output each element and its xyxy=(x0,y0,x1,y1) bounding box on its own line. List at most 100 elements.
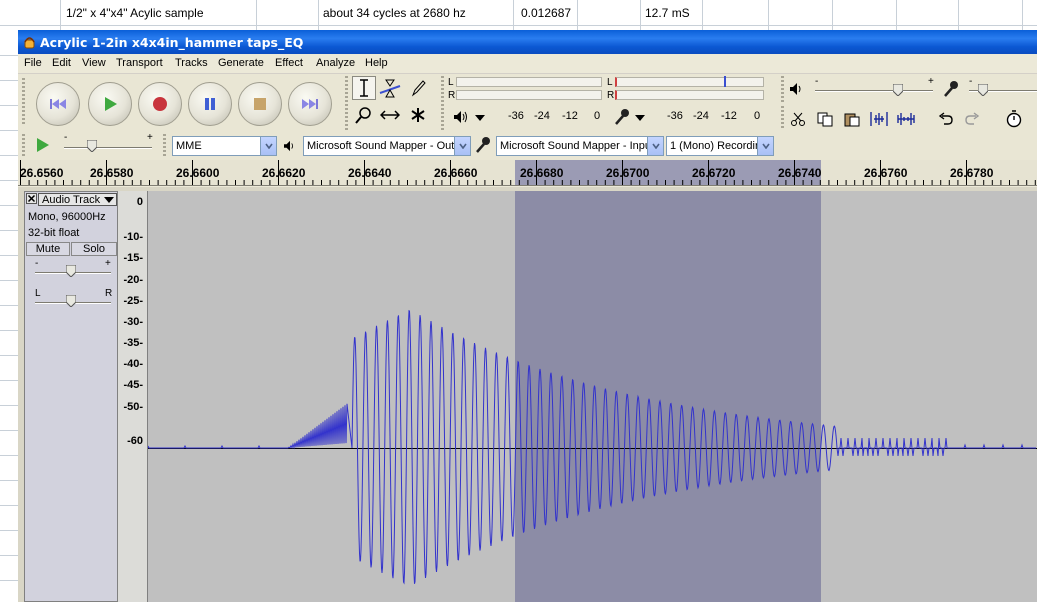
chevron-down-icon[interactable] xyxy=(454,137,470,155)
menu-analyze[interactable]: Analyze xyxy=(316,57,355,69)
output-volume-thumb[interactable] xyxy=(893,84,903,96)
pan-left-label: L xyxy=(35,288,41,299)
ruler-label: 26.6600 xyxy=(176,166,220,180)
db-vertical-ruler[interactable]: 0 -10- -15- -20- -25- -30- -35- -40- -45… xyxy=(118,191,148,602)
output-device-speaker-icon xyxy=(284,140,293,152)
db-scale-label: -60 xyxy=(127,435,143,447)
track-menu-arrow-icon xyxy=(104,197,114,203)
redo-button[interactable] xyxy=(960,108,984,130)
input-volume-thumb[interactable] xyxy=(978,84,988,96)
play-at-speed-icon xyxy=(37,138,49,152)
play-at-speed-button[interactable] xyxy=(30,134,54,156)
db-scale-label: -45- xyxy=(123,379,143,391)
timer-icon xyxy=(1006,110,1022,128)
menu-generate[interactable]: Generate xyxy=(218,57,264,69)
output-volume-slider[interactable] xyxy=(815,90,933,92)
chevron-down-icon[interactable] xyxy=(757,137,773,155)
db-scale-label: -35- xyxy=(123,337,143,349)
draw-tool[interactable] xyxy=(406,76,430,100)
menu-transport[interactable]: Transport xyxy=(116,57,163,69)
play-speed-thumb[interactable] xyxy=(87,140,97,152)
output-device-select[interactable]: Microsoft Sound Mapper - Outp xyxy=(303,136,471,156)
menu-file[interactable]: File xyxy=(24,57,42,69)
toolbar-grip[interactable] xyxy=(22,134,25,156)
multi-tool[interactable] xyxy=(406,103,430,127)
selection-tool[interactable] xyxy=(352,76,376,100)
microphone-icon xyxy=(615,109,629,125)
audio-host-select[interactable]: MME xyxy=(172,136,277,156)
toolbar-grip[interactable] xyxy=(781,76,784,102)
speaker-icon xyxy=(454,111,467,123)
ruler-label: 26.6760 xyxy=(864,166,908,180)
db-scale-label: -15- xyxy=(123,252,143,264)
close-track-button[interactable] xyxy=(26,193,37,204)
db-scale-label: -10- xyxy=(123,231,143,243)
mute-button[interactable]: Mute xyxy=(26,242,70,256)
chevron-down-icon[interactable] xyxy=(260,137,276,155)
silence-button[interactable] xyxy=(894,108,918,130)
input-meter-left[interactable] xyxy=(615,77,764,87)
output-meter-right[interactable] xyxy=(456,90,602,100)
toolbar-grip[interactable] xyxy=(22,78,25,126)
gain-minus-label: - xyxy=(35,258,39,269)
input-meter-menu-icon[interactable] xyxy=(634,114,646,122)
envelope-icon xyxy=(379,79,401,98)
track-panel: Audio Track Mono, 96000Hz 32-bit float M… xyxy=(18,187,1037,602)
input-device-mic-icon xyxy=(476,137,490,153)
play-icon xyxy=(105,97,117,111)
menu-effect[interactable]: Effect xyxy=(275,57,303,69)
magnifier-icon xyxy=(355,107,371,124)
undo-button[interactable] xyxy=(934,108,958,130)
output-meter-menu-icon[interactable] xyxy=(474,114,486,122)
menu-help[interactable]: Help xyxy=(365,57,388,69)
skip-to-end-button[interactable] xyxy=(288,82,332,126)
play-button[interactable] xyxy=(88,82,132,126)
title-bar[interactable]: Acrylic 1-2in x4x4in_hammer taps_EQ xyxy=(18,30,1037,54)
sync-lock-button[interactable] xyxy=(1002,108,1026,130)
toolbar-grip[interactable] xyxy=(441,76,444,130)
skip-to-end-icon xyxy=(302,99,318,109)
mute-label: Mute xyxy=(35,243,61,255)
cut-button[interactable] xyxy=(786,108,810,130)
gain-plus-label: + xyxy=(105,258,111,269)
toolbar-grip[interactable] xyxy=(163,134,166,156)
sheet-cell-sample[interactable]: 1/2" x 4"x4" Acylic sample xyxy=(66,6,204,20)
gain-slider-thumb[interactable] xyxy=(66,265,76,277)
zoom-tool[interactable] xyxy=(352,103,376,127)
chevron-down-icon[interactable] xyxy=(647,137,663,155)
input-channels-select[interactable]: 1 (Mono) Recordir xyxy=(666,136,774,156)
input-scale-tick: -24 xyxy=(693,110,709,122)
sheet-cell-cycles[interactable]: about 34 cycles at 2680 hz xyxy=(323,6,466,20)
trim-button[interactable] xyxy=(867,108,891,130)
menu-tracks[interactable]: Tracks xyxy=(175,57,208,69)
record-button[interactable] xyxy=(138,82,182,126)
sheet-cell-seconds[interactable]: 0.012687 xyxy=(521,6,571,20)
solo-button[interactable]: Solo xyxy=(71,242,117,256)
input-meter-right[interactable] xyxy=(615,90,764,100)
time-shift-tool[interactable] xyxy=(378,103,402,127)
toolbar-grip[interactable] xyxy=(781,106,784,130)
menu-view[interactable]: View xyxy=(82,57,106,69)
timeline-ruler[interactable]: 26.6560 26.6580 26.6600 26.6620 26.6640 … xyxy=(18,160,1037,186)
stop-button[interactable] xyxy=(238,82,282,126)
meter-right-label: R xyxy=(448,90,456,101)
i-beam-icon xyxy=(360,79,368,97)
ruler-label: 26.6640 xyxy=(348,166,392,180)
input-device-select[interactable]: Microsoft Sound Mapper - Inpu xyxy=(496,136,664,156)
pan-slider-thumb[interactable] xyxy=(66,295,76,307)
paste-button[interactable] xyxy=(840,108,864,130)
envelope-tool[interactable] xyxy=(378,76,402,100)
skip-to-start-button[interactable] xyxy=(36,82,80,126)
toolbar-grip[interactable] xyxy=(345,76,348,130)
input-meter-left-label: L xyxy=(607,77,613,88)
meter-left-label: L xyxy=(448,77,454,88)
audacity-app-icon xyxy=(24,37,35,49)
copy-button[interactable] xyxy=(813,108,837,130)
output-meter-left[interactable] xyxy=(456,77,602,87)
pause-button[interactable] xyxy=(188,82,232,126)
play-speed-slider[interactable] xyxy=(64,147,152,149)
track-name-menu[interactable]: Audio Track xyxy=(38,193,117,206)
sheet-cell-ms[interactable]: 12.7 mS xyxy=(645,6,690,20)
waveform-display[interactable] xyxy=(148,191,1037,602)
menu-edit[interactable]: Edit xyxy=(52,57,71,69)
